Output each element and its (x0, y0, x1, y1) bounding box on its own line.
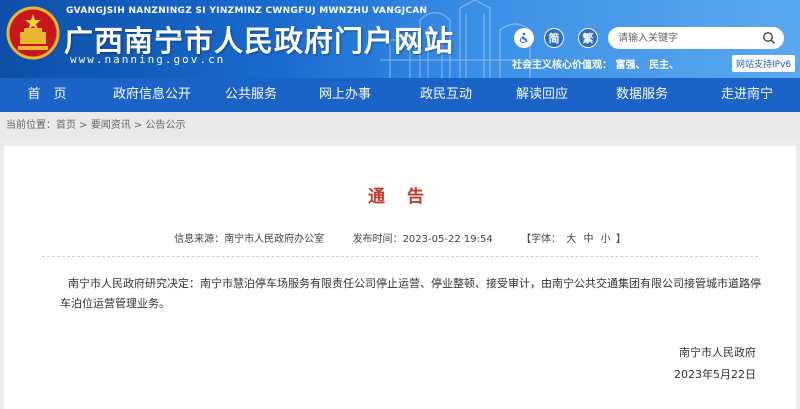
breadcrumb-notices[interactable]: 公告公示 (146, 120, 186, 131)
core-values-ticker: 社会主义核心价值观： 富强、 民主、 (512, 60, 679, 71)
font-size-small-button[interactable]: 小 (599, 230, 613, 245)
main-nav: 首 页 政府信息公开 公共服务 网上办事 政民互动 解读回应 数据服务 走进南宁 (0, 78, 800, 112)
search-input[interactable] (618, 30, 758, 46)
font-size-large-button[interactable]: 大 (564, 230, 578, 245)
breadcrumb-home[interactable]: 首页 (56, 120, 76, 131)
site-header: GVANGJSIH NANZNINGZ SI YINZMINZ CWNGFUJ … (0, 0, 800, 78)
source-label: 信息来源： (174, 234, 225, 245)
article-meta: 信息来源：南宁市人民政府办公室 发布时间：2023-05-22 19:54 【字… (4, 230, 796, 245)
nav-item-gov-info[interactable]: 政府信息公开 (94, 78, 210, 112)
breadcrumb-separator: > (130, 120, 146, 131)
search-icon[interactable] (762, 31, 776, 45)
national-emblem-logo[interactable] (6, 6, 60, 60)
nav-item-online-service[interactable]: 网上办事 (292, 78, 398, 112)
nav-item-public-service[interactable]: 公共服务 (210, 78, 292, 112)
nav-item-home[interactable]: 首 页 (0, 78, 94, 112)
site-url: www.nanning.gov.cn (70, 53, 226, 66)
source-value: 南宁市人民政府办公室 (224, 234, 325, 245)
signature-date: 2023年5月22日 (674, 368, 756, 381)
font-size-medium-button[interactable]: 中 (581, 230, 595, 245)
font-size-label: 【字体： (521, 234, 562, 245)
article-panel: 通 告 信息来源：南宁市人民政府办公室 发布时间：2023-05-22 19:5… (4, 146, 796, 409)
article-title: 通 告 (368, 187, 432, 207)
nav-item-data-service[interactable]: 数据服务 (590, 78, 694, 112)
nav-item-about-nanning[interactable]: 走进南宁 (694, 78, 800, 112)
site-pinyin-title: GVANGJSIH NANZNINGZ SI YINZMINZ CWNGFUJ … (66, 6, 428, 16)
nav-item-interaction[interactable]: 政民互动 (398, 78, 494, 112)
signature-organization: 南宁市人民政府 (679, 346, 756, 359)
ipv6-badge: 网站支持IPv6 (732, 55, 796, 72)
search-box (608, 27, 784, 49)
meta-divider (42, 256, 758, 257)
breadcrumb-separator: > (76, 120, 91, 131)
wheelchair-icon (520, 32, 528, 43)
article-body: 南宁市人民政府研究决定：南宁市慧泊停车场服务有限责任公司停止运营、停业整顿、接受… (60, 277, 761, 310)
font-size-bracket-end: 】 (615, 234, 626, 245)
accessibility-button[interactable] (514, 28, 534, 48)
breadcrumb-prefix: 当前位置： (6, 120, 56, 131)
publish-time: 2023-05-22 19:54 (402, 234, 493, 245)
breadcrumb-news[interactable]: 要闻资讯 (91, 120, 131, 131)
simplified-chinese-button[interactable]: 简 (544, 28, 564, 48)
breadcrumb: 当前位置：首页 > 要闻资讯 > 公告公示 (0, 112, 800, 140)
traditional-chinese-button[interactable]: 繁 (578, 28, 598, 48)
time-label: 发布时间： (352, 234, 403, 245)
nav-item-interpretation[interactable]: 解读回应 (494, 78, 590, 112)
